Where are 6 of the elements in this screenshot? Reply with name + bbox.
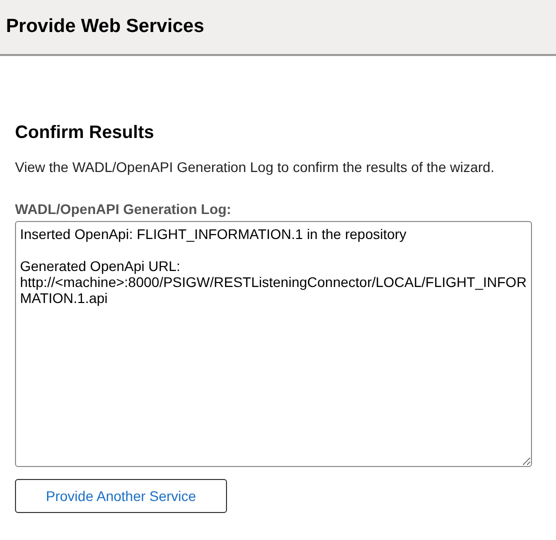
log-label: WADL/OpenAPI Generation Log: — [15, 201, 232, 217]
provide-service-button[interactable]: Provide Another Service — [15, 479, 227, 513]
section-heading: Confirm Results — [15, 122, 156, 143]
page-title: Provide Web Services — [6, 16, 204, 38]
log-text-area[interactable]: Inserted OpenApi: FLIGHT_INFORMATION.1 in the repository Generated OpenApi URL: http://<machine>:8000/PSIGW/RESTListeningConnector/LOCAL/FLIGHT_INFORMATION.1.api — [15, 221, 532, 467]
instruction-text: View the WADL/OpenAPI Generation Log to confirm the results of the wizard. — [15, 159, 496, 175]
